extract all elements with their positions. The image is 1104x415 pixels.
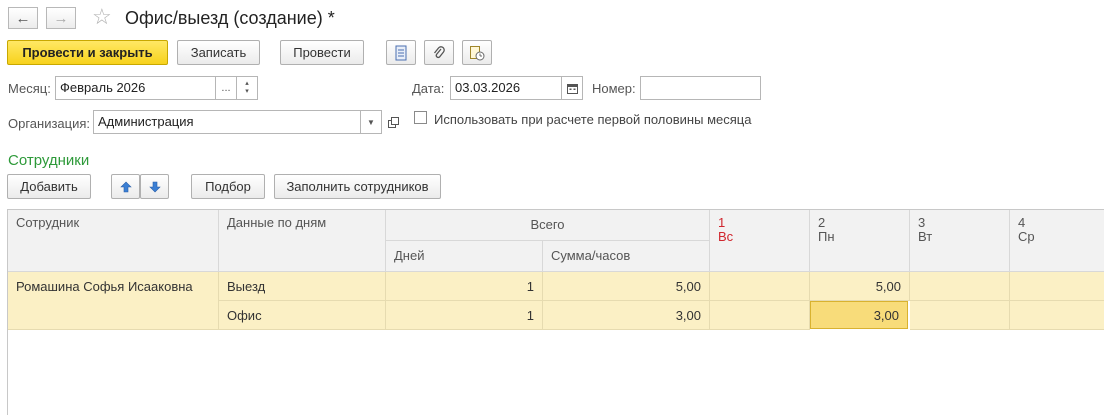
day-4-cell[interactable] xyxy=(1010,301,1104,330)
save-button[interactable]: Записать xyxy=(177,40,260,65)
date-label: Дата: xyxy=(412,81,445,96)
day-weekday: Вс xyxy=(718,229,734,244)
col-header-day-3[interactable]: 3 Вт xyxy=(910,210,1010,272)
organization-label: Организация: xyxy=(8,116,91,131)
day-1-cell[interactable] xyxy=(710,301,810,330)
employees-table[interactable]: Сотрудник Данные по дням Всего Дней Сумм… xyxy=(7,209,1104,415)
chevron-down-icon: ▼ xyxy=(367,117,375,127)
number-label: Номер: xyxy=(592,81,636,96)
organization-dropdown-button[interactable]: ▼ xyxy=(360,110,382,134)
col-header-day-2[interactable]: 2 Пн xyxy=(810,210,910,272)
sum-cell[interactable]: 5,00 xyxy=(543,272,710,301)
day-weekday: Пн xyxy=(818,229,835,244)
document-list-icon xyxy=(395,45,407,60)
col-header-daydata[interactable]: Данные по дням xyxy=(219,210,386,272)
arrow-down-icon xyxy=(148,181,161,192)
add-employee-button[interactable]: Добавить xyxy=(7,174,91,199)
arrow-right-icon: → xyxy=(53,9,69,27)
post-and-close-button[interactable]: Провести и закрыть xyxy=(7,40,168,65)
favorite-star-icon[interactable]: ☆ xyxy=(92,5,112,29)
page-title: Офис/выезд (создание) * xyxy=(125,8,335,28)
col-header-day-1[interactable]: 1 Вс xyxy=(710,210,810,272)
move-down-button[interactable] xyxy=(140,174,169,199)
document-clock-icon xyxy=(470,45,485,60)
back-button[interactable]: ← xyxy=(8,7,38,29)
day-number: 3 xyxy=(918,215,926,230)
paperclip-icon xyxy=(433,45,445,58)
date-picker-button[interactable] xyxy=(561,76,583,100)
day-2-cell[interactable]: 5,00 xyxy=(810,272,910,301)
open-window-icon xyxy=(387,116,399,128)
type-cell[interactable]: Офис xyxy=(219,301,386,330)
days-cell[interactable]: 1 xyxy=(386,272,543,301)
pick-button[interactable]: Подбор xyxy=(191,174,265,199)
col-header-employee[interactable]: Сотрудник xyxy=(8,210,219,272)
forward-button[interactable]: → xyxy=(46,7,76,29)
days-cell[interactable]: 1 xyxy=(386,301,543,330)
day-2-cell-selected[interactable]: 3,00 xyxy=(810,301,908,329)
ellipsis-icon: ... xyxy=(221,82,231,94)
day-3-cell[interactable] xyxy=(910,272,1010,301)
day-weekday: Ср xyxy=(1018,229,1035,244)
attach-button[interactable] xyxy=(424,40,454,65)
post-button[interactable]: Провести xyxy=(280,40,364,65)
employee-cell[interactable]: Ромашина Софья Исааковна xyxy=(8,272,219,330)
day-number: 4 xyxy=(1018,215,1026,230)
month-choose-button[interactable]: ... xyxy=(215,76,237,100)
col-header-sum[interactable]: Сумма/часов xyxy=(543,241,710,272)
report-button[interactable] xyxy=(386,40,416,65)
fill-employees-button[interactable]: Заполнить сотрудников xyxy=(274,174,441,199)
move-up-button[interactable] xyxy=(111,174,140,199)
arrow-up-icon xyxy=(119,181,132,192)
day-number: 1 xyxy=(718,215,726,230)
month-field[interactable]: Февраль 2026 xyxy=(55,76,216,100)
organization-open-button[interactable] xyxy=(383,110,403,134)
employees-section-title: Сотрудники xyxy=(8,152,90,169)
day-1-cell[interactable] xyxy=(710,272,810,301)
arrow-left-icon: ← xyxy=(15,9,31,27)
number-field[interactable] xyxy=(640,76,761,100)
day-3-cell[interactable] xyxy=(910,301,1010,330)
calendar-icon xyxy=(566,83,578,94)
day-number: 2 xyxy=(818,215,826,230)
month-label: Месяц: xyxy=(8,81,51,96)
day-weekday: Вт xyxy=(918,229,933,244)
spin-up-icon: ▴ xyxy=(245,80,249,87)
col-header-day-4[interactable]: 4 Ср xyxy=(1010,210,1104,272)
col-header-total: Всего xyxy=(386,210,710,241)
day-4-cell[interactable] xyxy=(1010,272,1104,301)
first-half-label: Использовать при расчете первой половины… xyxy=(434,112,752,127)
date-field[interactable]: 03.03.2026 xyxy=(450,76,562,100)
first-half-checkbox[interactable] xyxy=(414,111,427,124)
col-header-days[interactable]: Дней xyxy=(386,241,543,272)
type-cell[interactable]: Выезд xyxy=(219,272,386,301)
organization-field[interactable]: Администрация xyxy=(93,110,361,134)
sum-cell[interactable]: 3,00 xyxy=(543,301,710,330)
month-spinner[interactable]: ▴ ▾ xyxy=(236,76,258,100)
history-button[interactable] xyxy=(462,40,492,65)
spin-down-icon: ▾ xyxy=(245,88,249,95)
